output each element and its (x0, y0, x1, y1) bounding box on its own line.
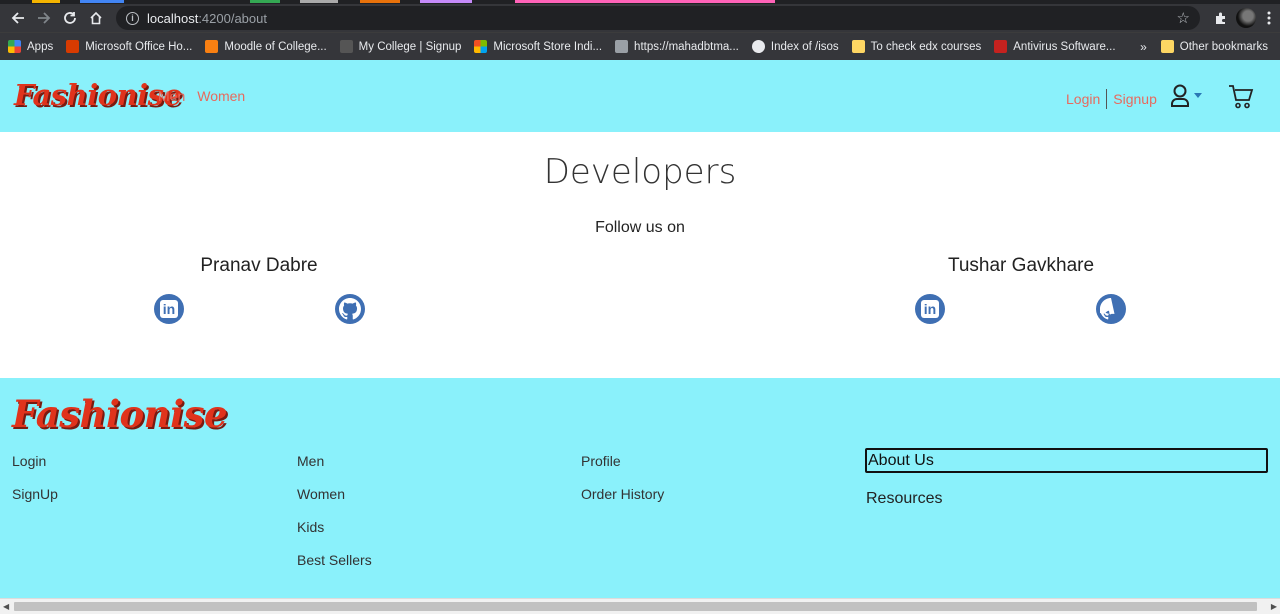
user-icon[interactable] (1170, 84, 1190, 108)
nav-women[interactable]: Women (197, 88, 245, 104)
bookmark-office[interactable]: Microsoft Office Ho... (66, 40, 192, 53)
extensions-icon[interactable] (1214, 11, 1228, 25)
back-button[interactable] (6, 6, 30, 30)
info-icon[interactable]: i (126, 11, 139, 25)
divider (1106, 89, 1108, 109)
main-nav: Men Women (158, 88, 245, 104)
github-icon[interactable] (335, 294, 365, 324)
moodle-icon (205, 40, 219, 53)
apps-grid-icon (8, 40, 21, 53)
bookmark-antivirus[interactable]: Antivirus Software... (994, 40, 1116, 53)
bookmark-moodle[interactable]: Moodle of College... (205, 40, 327, 53)
horizontal-scrollbar[interactable]: ◀ ▶ (0, 598, 1280, 614)
follow-us-text: Follow us on (595, 219, 685, 236)
menu-dots-icon[interactable] (1264, 10, 1274, 26)
footer-signup-link[interactable]: SignUp (12, 485, 58, 503)
auth-links: Login Signup (1066, 89, 1157, 109)
url-host: localhost (147, 10, 199, 26)
home-icon (90, 11, 102, 25)
bookmark-isos[interactable]: Index of /isos (751, 40, 839, 53)
developer-name: Tushar Gavkhare (947, 255, 1095, 276)
login-link[interactable]: Login (1066, 91, 1100, 107)
bookmark-label: Index of /isos (770, 40, 839, 53)
about-us-link[interactable]: About Us (865, 448, 1268, 473)
more-bookmarks-button[interactable]: » (1140, 40, 1147, 54)
home-button[interactable] (84, 6, 108, 30)
footer-men-link[interactable]: Men (297, 452, 372, 470)
bookmark-ms-store[interactable]: Microsoft Store Indi... (474, 40, 602, 53)
address-bar[interactable]: i localhost:4200/about ☆ (116, 6, 1200, 30)
footer-profile-link[interactable]: Profile (581, 452, 664, 470)
forward-button[interactable] (32, 6, 56, 30)
bookmark-label: Moodle of College... (224, 40, 327, 53)
bookmark-apps[interactable]: Apps (8, 40, 53, 53)
bookmark-label: To check edx courses (870, 40, 982, 53)
scrollbar-thumb[interactable] (14, 602, 1257, 611)
bookmark-label: Apps (27, 40, 54, 53)
arrow-right-icon (38, 12, 51, 24)
github-icon[interactable] (1096, 294, 1126, 324)
scroll-right-icon[interactable]: ▶ (1271, 602, 1277, 611)
scroll-left-icon[interactable]: ◀ (3, 602, 9, 611)
site-logo[interactable]: Fashionise (14, 78, 182, 112)
cart-icon[interactable] (1228, 84, 1254, 110)
footer-column-profile: Profile Order History (581, 452, 664, 503)
bookmark-college[interactable]: My College | Signup (339, 40, 462, 53)
reload-icon (64, 12, 76, 24)
site-footer: Fashionise Login SignUp Men Women Kids B… (0, 378, 1280, 598)
folder-icon (1160, 40, 1174, 53)
footer-women-link[interactable]: Women (297, 485, 372, 503)
footer-order-history-link[interactable]: Order History (581, 485, 664, 503)
developer-name: Pranav Dabre (200, 255, 318, 276)
mcafee-icon (994, 40, 1008, 53)
signup-link[interactable]: Signup (1113, 91, 1157, 107)
footer-column-account: Login SignUp (12, 452, 58, 503)
globe-icon (751, 40, 765, 53)
tab-strip (0, 0, 1280, 4)
bookmark-label: https://mahadbtma... (634, 40, 739, 53)
bookmark-star-icon[interactable]: ☆ (1177, 9, 1190, 27)
url-path: :4200/about (198, 10, 267, 26)
bookmark-edx[interactable]: To check edx courses (851, 40, 982, 53)
arrow-left-icon (11, 12, 24, 24)
other-bookmarks-label: Other bookmarks (1179, 40, 1268, 53)
folder-icon (851, 40, 865, 53)
reload-button[interactable] (58, 6, 82, 30)
chevron-down-icon[interactable] (1194, 93, 1202, 98)
footer-logo[interactable]: Fashionise (12, 392, 228, 436)
footer-best-sellers-link[interactable]: Best Sellers (297, 551, 372, 569)
bookmark-label: My College | Signup (358, 40, 462, 53)
page-icon (615, 40, 629, 53)
bookmark-label: Microsoft Store Indi... (493, 40, 603, 53)
other-bookmarks[interactable]: Other bookmarks (1160, 40, 1268, 53)
page-title: Developers (543, 152, 737, 192)
profile-avatar-icon[interactable] (1236, 8, 1256, 28)
bookmark-mahadbt[interactable]: https://mahadbtma... (615, 40, 739, 53)
browser-toolbar: i localhost:4200/about ☆ (0, 4, 1280, 32)
microsoft-icon (474, 40, 488, 53)
footer-kids-link[interactable]: Kids (297, 518, 372, 536)
linkedin-icon[interactable]: in (154, 294, 184, 324)
college-icon (339, 40, 353, 53)
resources-link[interactable]: Resources (866, 490, 942, 508)
site-header: Fashionise Men Women Login Signup (0, 60, 1280, 132)
bookmark-label: Antivirus Software... (1013, 40, 1116, 53)
bookmark-label: Microsoft Office Ho... (85, 40, 193, 53)
office-icon (66, 40, 80, 53)
linkedin-icon[interactable]: in (915, 294, 945, 324)
nav-men[interactable]: Men (158, 88, 185, 104)
footer-login-link[interactable]: Login (12, 452, 58, 470)
bookmarks-bar: Apps Microsoft Office Ho... Moodle of Co… (0, 32, 1280, 60)
footer-column-shop: Men Women Kids Best Sellers (297, 452, 372, 569)
